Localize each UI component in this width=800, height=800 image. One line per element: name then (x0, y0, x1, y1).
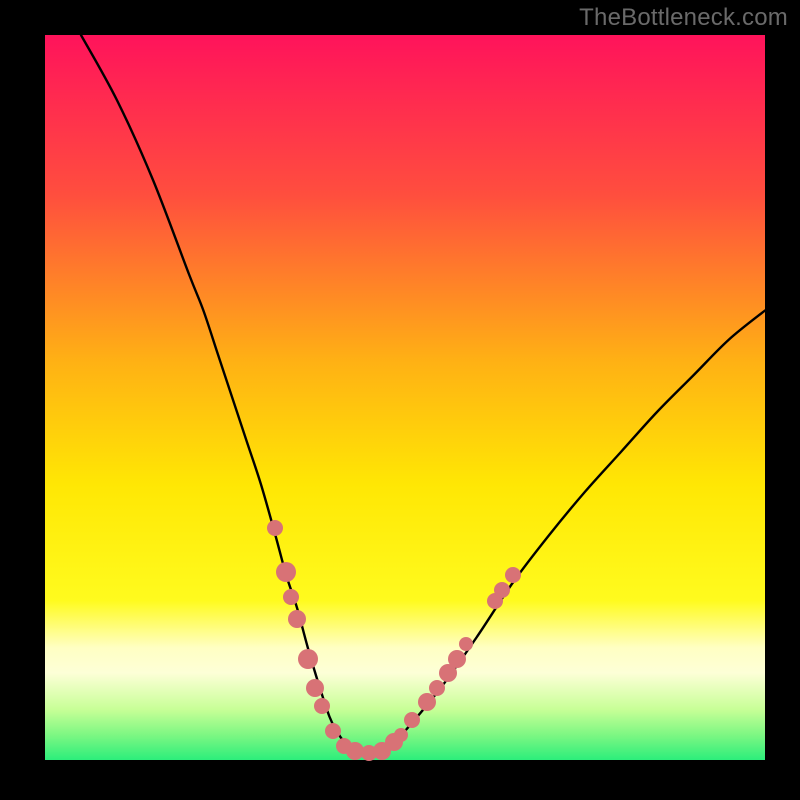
data-marker (459, 637, 473, 651)
data-marker (267, 520, 283, 536)
watermark-text: TheBottleneck.com (579, 4, 788, 32)
chart-frame: TheBottleneck.com (0, 0, 800, 800)
data-marker (394, 728, 408, 742)
data-marker (298, 649, 318, 669)
data-marker (288, 610, 306, 628)
data-marker (448, 650, 466, 668)
data-marker (404, 712, 420, 728)
plot-area (45, 35, 765, 760)
data-marker (276, 562, 296, 582)
data-marker (306, 679, 324, 697)
data-marker (314, 698, 330, 714)
data-marker (283, 589, 299, 605)
gradient-bg (45, 35, 765, 760)
plot-svg (45, 35, 765, 760)
data-marker (418, 693, 436, 711)
data-marker (429, 680, 445, 696)
data-marker (505, 567, 521, 583)
data-marker (325, 723, 341, 739)
data-marker (494, 582, 510, 598)
